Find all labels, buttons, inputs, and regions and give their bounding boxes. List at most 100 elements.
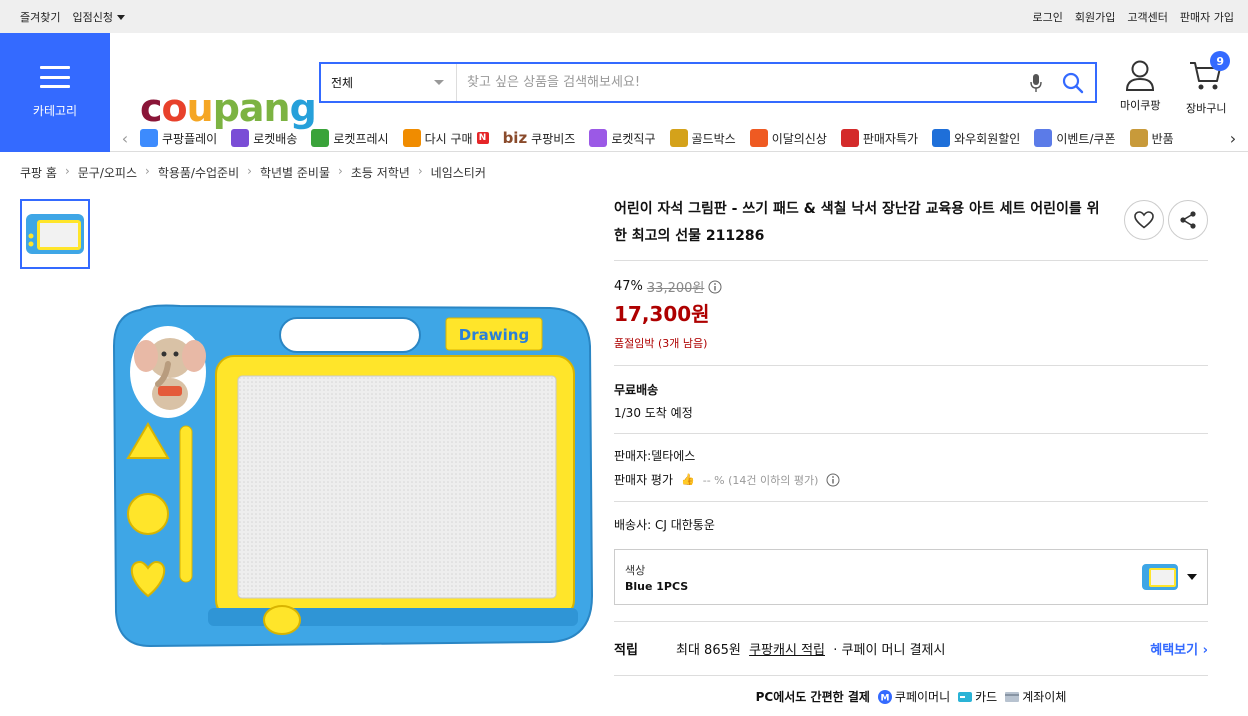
menu-item-label: 와우회원할인 — [954, 131, 1021, 146]
card-icon — [958, 691, 973, 702]
carrier-info: 배송사: CJ 대한통운 — [614, 518, 715, 532]
breadcrumb-item[interactable]: 네임스티커 — [431, 164, 486, 181]
menu-item-icon — [402, 129, 421, 147]
menu-item[interactable]: biz 쿠팡비즈 — [503, 129, 576, 147]
reward-max: 최대 865원 — [676, 643, 741, 658]
menu-item[interactable]: 쿠팡플레이 — [140, 129, 217, 147]
menu-item-label: 이벤트/쿠폰 — [1056, 131, 1116, 146]
breadcrumb-separator-icon: › — [145, 164, 150, 178]
cart-button[interactable]: 9 장바구니 — [1186, 51, 1231, 116]
search-input[interactable] — [457, 64, 1021, 101]
category-button[interactable]: 카테고리 — [0, 33, 110, 152]
wishlist-button[interactable] — [1124, 200, 1164, 240]
seller-signup-link[interactable]: 판매자 가입 — [1180, 9, 1234, 25]
menu-item-icon — [840, 129, 859, 147]
product-thumbnail[interactable] — [20, 199, 90, 269]
breadcrumb: 쿠팡 홈 › 문구/오피스 › 학용품/수업준비 › 학년별 준비물 › 초등 저학년 › 네임스티… — [20, 164, 486, 181]
menu-item[interactable]: 로켓프레시 — [311, 129, 389, 147]
reward-label: 적립 — [614, 643, 638, 658]
color-option-select[interactable]: 색상 Blue 1PCS — [614, 549, 1208, 605]
svg-text:M: M — [880, 693, 889, 703]
menu-item-icon — [749, 129, 768, 147]
payment-heading: PC에서도 간편한 결제 — [755, 690, 870, 704]
breadcrumb-item[interactable]: 학년별 준비물 — [260, 164, 330, 181]
breadcrumb-item[interactable]: 초등 저학년 — [351, 164, 410, 181]
original-price: 33,200원 — [646, 281, 705, 296]
search-bar: 전체 — [319, 62, 1097, 103]
menu-item[interactable]: 로켓직구 — [589, 129, 656, 147]
hamburger-icon — [40, 66, 70, 88]
menu-item-label: 골드박스 — [691, 131, 736, 146]
share-button[interactable] — [1168, 200, 1208, 240]
breadcrumb-separator-icon: › — [247, 164, 252, 178]
chevron-down-icon — [1187, 574, 1197, 580]
biz-logo-icon: biz — [502, 129, 528, 147]
menu-item-label: 로켓프레시 — [333, 131, 389, 146]
menu-item[interactable]: 이달의신상 — [749, 129, 827, 147]
bookmark-link[interactable]: 즐겨찾기 — [20, 9, 60, 25]
menu-item[interactable]: 와우회원할인 — [932, 129, 1020, 147]
menu-item-label: 로켓배송 — [253, 131, 298, 146]
arrival-date: 1/30 도착 예정 — [614, 406, 693, 420]
seller-rating-label: 판매자 평가 — [614, 473, 674, 487]
signup-link[interactable]: 회원가입 — [1075, 9, 1115, 25]
chevron-down-icon — [116, 15, 125, 20]
bank-transfer-method: 계좌이체 — [1005, 688, 1066, 705]
divider — [614, 365, 1208, 366]
info-icon[interactable] — [826, 473, 840, 487]
product-title: 어린이 자석 그림판 - 쓰기 패드 & 색칠 낙서 장난감 교육용 아트 세트… — [614, 201, 1100, 244]
mycoupang-button[interactable]: 마이쿠팡 — [1120, 59, 1160, 113]
menu-next-arrow-icon[interactable]: › — [1218, 129, 1248, 148]
menu-item-icon — [311, 129, 330, 147]
menu-item-icon — [140, 129, 158, 147]
magnetic-drawing-board-image: Drawing — [112, 304, 594, 648]
menu-item[interactable]: 골드박스 — [669, 129, 736, 147]
breadcrumb-item[interactable]: 학용품/수업준비 — [158, 164, 239, 181]
menu-item[interactable]: 이벤트/쿠폰 — [1034, 129, 1116, 147]
menu-item-label: 쿠팡플레이 — [162, 131, 218, 146]
menu-item[interactable]: 다시 구매 N — [402, 129, 489, 147]
divider — [614, 433, 1208, 434]
seller-name[interactable]: 판매자:델타에스 — [614, 447, 1208, 464]
menu-item[interactable]: 판매자특가 — [840, 129, 918, 147]
menu-item-icon — [231, 129, 250, 147]
divider — [614, 621, 1208, 622]
mycoupang-label: 마이쿠팡 — [1120, 99, 1161, 112]
card-method: 카드 — [958, 688, 997, 705]
seller-apply-link[interactable]: 입점신청 — [72, 9, 125, 25]
chevron-down-icon — [434, 80, 444, 85]
benefits-link-label: 혜택보기 — [1150, 643, 1199, 658]
drawing-board-thumb-image — [26, 214, 84, 254]
coupang-cash-link[interactable]: 쿠팡캐시 적립 — [749, 639, 825, 658]
category-label: 카테고리 — [32, 104, 78, 118]
breadcrumb-item[interactable]: 쿠팡 홈 — [20, 164, 57, 181]
discount-row: 47% 33,200원 — [614, 277, 1208, 296]
search-scope-select[interactable]: 전체 — [321, 64, 457, 101]
seller-rating-value: -- % (14건 이하의 평가) — [702, 473, 819, 487]
menu-item-icon — [669, 129, 688, 147]
coupay-icon: M — [877, 689, 892, 704]
benefits-link[interactable]: 혜택보기 › — [1150, 639, 1208, 658]
login-link[interactable]: 로그인 — [1033, 9, 1063, 25]
menu-item-icon — [589, 129, 608, 147]
product-main-image[interactable]: Drawing — [110, 296, 594, 654]
menu-item[interactable]: 로켓배송 — [231, 129, 297, 147]
coupang-logo[interactable]: coupang — [140, 89, 317, 127]
thumbs-up-icon: 👍 — [681, 473, 695, 486]
menu-item[interactable]: 반품 — [1129, 129, 1174, 147]
customer-center-link[interactable]: 고객센터 — [1127, 9, 1167, 25]
bank-icon — [1005, 691, 1020, 702]
sale-price: 17,300원 — [614, 302, 710, 326]
option-thumb-image — [1142, 564, 1178, 590]
menu-prev-arrow-icon[interactable]: ‹ — [110, 129, 140, 148]
menu-item-label: 이달의신상 — [771, 131, 827, 146]
microphone-icon[interactable] — [1021, 73, 1051, 93]
menu-item-icon — [1034, 129, 1053, 147]
menu-item-label: 로켓직구 — [611, 131, 656, 146]
top-utility-bar: 즐겨찾기 입점신청 로그인 회원가입 고객센터 판매자 가입 — [0, 0, 1248, 33]
shipping-label: 무료배송 — [614, 383, 659, 397]
payment-methods: PC에서도 간편한 결제 M 쿠페이머니 카드 계좌이체 — [614, 688, 1208, 705]
info-icon[interactable] — [708, 280, 722, 294]
breadcrumb-item[interactable]: 문구/오피스 — [78, 164, 137, 181]
search-icon[interactable] — [1051, 72, 1095, 94]
